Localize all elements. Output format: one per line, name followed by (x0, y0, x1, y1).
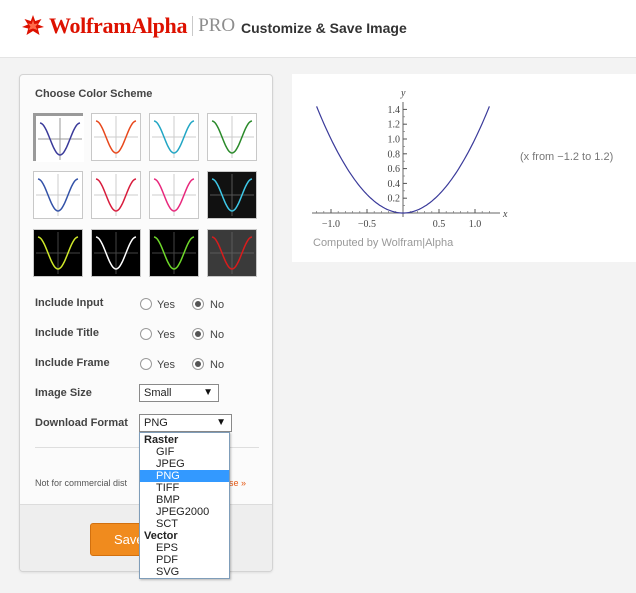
dropdown-item-jpeg2000[interactable]: JPEG2000 (140, 506, 229, 518)
x-tick-label: −1.0 (322, 219, 340, 230)
dropdown-group-vector: Vector (144, 530, 178, 542)
license-link[interactable]: se » (229, 478, 246, 488)
color-scheme-swatch[interactable] (33, 171, 83, 219)
image-size-label: Image Size (35, 387, 92, 399)
image-preview: −1.0 −0.5 0.5 1.0 0.2 0.4 0.6 0.8 1.0 1.2 1.4 x y (292, 74, 636, 262)
include-frame-yes-label: Yes (157, 359, 175, 371)
y-tick-label: 0.2 (388, 194, 401, 205)
chevron-down-icon: ▼ (216, 417, 226, 428)
dropdown-item-sct[interactable]: SCT (140, 518, 229, 530)
sine-wave-icon (208, 114, 256, 160)
y-tick-label: 0.4 (388, 179, 401, 190)
dropdown-group-raster: Raster (144, 434, 179, 446)
color-scheme-swatch[interactable] (91, 229, 141, 277)
logo-divider (192, 16, 194, 36)
color-scheme-swatch[interactable] (207, 113, 257, 161)
include-frame-no-label: No (210, 359, 225, 371)
color-scheme-swatch[interactable] (149, 229, 199, 277)
include-input-yes-radio[interactable] (140, 298, 152, 310)
sine-wave-icon (150, 230, 198, 276)
wolfram-star-icon (22, 15, 44, 35)
include-input-yes-label: Yes (157, 299, 175, 311)
x-tick-label: −0.5 (358, 219, 376, 230)
dropdown-item-gif[interactable]: GIF (140, 446, 229, 458)
sine-wave-icon (92, 172, 140, 218)
logo-pro: PRO (198, 15, 236, 36)
dropdown-item-jpeg[interactable]: JPEG (140, 458, 229, 470)
color-scheme-swatch[interactable] (149, 113, 199, 161)
sine-wave-icon (150, 114, 198, 160)
sine-wave-icon (208, 172, 256, 218)
include-title-no-label: No (210, 329, 225, 341)
sine-wave-icon (36, 116, 84, 162)
include-title-yes-label: Yes (157, 329, 175, 341)
y-tick-label: 1.4 (388, 105, 401, 116)
y-tick-label: 1.2 (388, 120, 401, 131)
dropdown-item-svg[interactable]: SVG (140, 566, 229, 578)
y-tick-label: 0.6 (388, 164, 401, 175)
dropdown-item-tiff[interactable]: TIFF (140, 482, 229, 494)
color-scheme-swatch[interactable] (33, 113, 84, 162)
x-axis-label: x (502, 209, 508, 220)
color-scheme-swatch[interactable] (207, 171, 257, 219)
plot-svg: −1.0 −0.5 0.5 1.0 0.2 0.4 0.6 0.8 1.0 1.2 1.4 x y (312, 88, 508, 230)
include-frame-yes-radio[interactable] (140, 358, 152, 370)
include-frame-label: Include Frame (35, 357, 110, 369)
image-size-value: Small (144, 387, 172, 399)
chevron-down-icon: ▼ (203, 387, 213, 398)
include-input-no-label: No (210, 299, 225, 311)
logo-wordmark: WolframAlpha (49, 13, 188, 38)
include-title-label: Include Title (35, 327, 99, 339)
plot-range-text: (x from −1.2 to 1.2) (520, 151, 614, 163)
y-tick-label: 0.8 (388, 149, 401, 160)
computed-by-text: Computed by Wolfram|Alpha (313, 237, 454, 249)
wolfram-alpha-logo[interactable]: WolframAlpha PRO (21, 13, 235, 39)
download-format-label: Download Format (35, 417, 128, 429)
color-scheme-swatch[interactable] (91, 113, 141, 161)
include-input-label: Include Input (35, 297, 104, 309)
color-scheme-swatch[interactable] (149, 171, 199, 219)
sine-wave-icon (34, 172, 82, 218)
dropdown-item-eps[interactable]: EPS (140, 542, 229, 554)
y-axis-label: y (400, 88, 406, 99)
x-tick-label: 0.5 (433, 219, 446, 230)
dropdown-item-pdf[interactable]: PDF (140, 554, 229, 566)
color-scheme-swatch[interactable] (207, 229, 257, 277)
x-tick-label: 1.0 (469, 219, 482, 230)
sine-wave-icon (92, 230, 140, 276)
color-scheme-heading: Choose Color Scheme (35, 88, 153, 100)
sine-wave-icon (34, 230, 82, 276)
license-note: Not for commercial dist (35, 478, 128, 488)
page-title: Customize & Save Image (241, 20, 407, 36)
include-title-yes-radio[interactable] (140, 328, 152, 340)
color-scheme-swatch[interactable] (91, 171, 141, 219)
download-format-select[interactable]: PNG ▼ (139, 414, 232, 432)
dropdown-item-bmp[interactable]: BMP (140, 494, 229, 506)
sine-wave-icon (208, 230, 256, 276)
include-title-no-radio[interactable] (192, 328, 204, 340)
header: WolframAlpha PRO Customize & Save Image (0, 0, 636, 58)
sine-wave-icon (92, 114, 140, 160)
y-tick-label: 1.0 (388, 135, 401, 146)
sine-wave-icon (150, 172, 198, 218)
download-format-dropdown: Raster GIF JPEG PNG TIFF BMP JPEG2000 SC… (139, 432, 230, 579)
include-frame-no-radio[interactable] (192, 358, 204, 370)
dropdown-item-png[interactable]: PNG (140, 470, 229, 482)
image-size-select[interactable]: Small ▼ (139, 384, 219, 402)
download-format-value: PNG (144, 417, 168, 429)
include-input-no-radio[interactable] (192, 298, 204, 310)
color-scheme-swatch[interactable] (33, 229, 83, 277)
